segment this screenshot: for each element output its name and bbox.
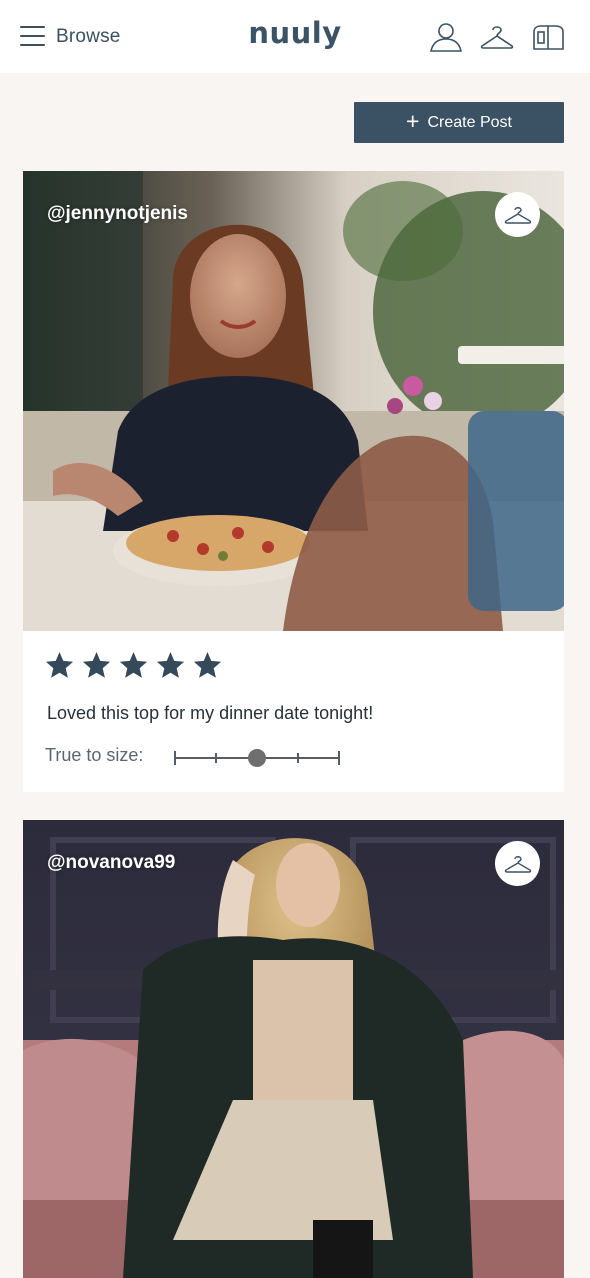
hanger-icon[interactable] [479,20,515,54]
user-icon[interactable] [428,20,464,54]
review-section: Loved this top for my dinner date tonigh… [23,631,564,792]
star-icon [45,651,74,678]
bag-icon[interactable] [530,20,566,54]
fit-tick [174,751,176,765]
post-card: @jennynotjenis Loved this top for my din… [23,171,564,792]
star-icon [156,651,185,678]
hanger-icon [504,855,531,873]
fit-indicator [248,749,266,767]
star-icon [119,651,148,678]
fit-tick [215,753,217,763]
post-photo[interactable]: @novanova99 [23,820,564,1278]
post-username[interactable]: @jennynotjenis [47,203,188,225]
hanger-icon [504,206,531,224]
post-username[interactable]: @novanova99 [47,852,175,874]
restaurant-photo [23,171,564,631]
fit-label: True to size: [45,745,144,765]
star-icon [82,651,111,678]
create-post-button[interactable]: + Create Post [354,102,564,143]
review-text: Loved this top for my dinner date tonigh… [47,703,374,723]
post-photo[interactable]: @jennynotjenis [23,171,564,631]
lounge-photo [23,820,564,1278]
fit-scale [174,748,340,768]
star-rating [44,650,223,681]
star-icon [193,651,222,678]
plus-icon: + [406,108,420,134]
fit-tick [338,751,340,765]
post-card: @novanova99 [23,820,564,1278]
view-item-button[interactable] [495,192,540,237]
fit-tick [297,753,299,763]
top-nav-bar: Browse nuuly [0,0,590,73]
view-item-button[interactable] [495,841,540,886]
create-post-label: Create Post [427,113,512,131]
